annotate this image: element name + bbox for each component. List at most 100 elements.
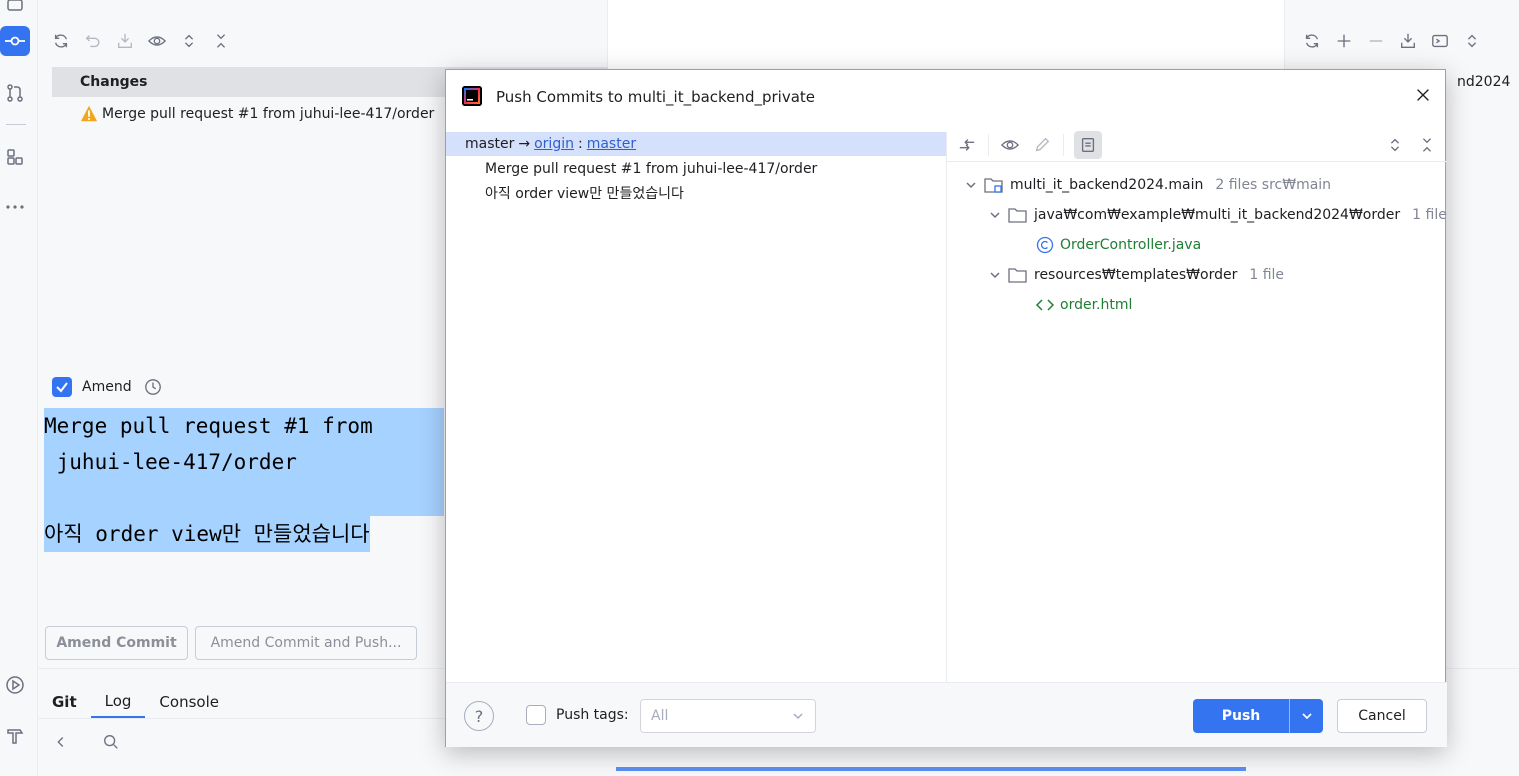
- message-line: Merge pull request #1 from: [44, 408, 444, 444]
- close-icon[interactable]: [1412, 84, 1434, 106]
- folder-icon: [1008, 206, 1028, 224]
- commit-toolbar: [50, 30, 232, 52]
- tree-dir-info: 1 file: [1249, 267, 1285, 283]
- changed-files-toolbar: [956, 128, 1446, 162]
- plus-icon[interactable]: [1333, 30, 1355, 52]
- gradle-project-label[interactable]: nd2024: [1457, 74, 1510, 90]
- minus-icon[interactable]: [1365, 30, 1387, 52]
- intellij-logo-icon: [462, 86, 482, 106]
- dialog-title: Push Commits to multi_it_backend_private: [496, 88, 815, 106]
- structure-icon[interactable]: [0, 142, 30, 172]
- cancel-button[interactable]: Cancel: [1337, 699, 1427, 733]
- tags-select[interactable]: All: [640, 699, 816, 733]
- toolbar-separator: [1063, 134, 1064, 156]
- amend-label[interactable]: Amend: [82, 379, 132, 395]
- git-tabs: Git Log Console: [52, 685, 233, 719]
- amend-checkbox[interactable]: [52, 377, 72, 397]
- eye-icon[interactable]: [999, 134, 1021, 156]
- commit-list: master → origin : master Merge pull requ…: [446, 132, 946, 682]
- branch-arrow: →: [518, 136, 531, 152]
- commit-tool-icon[interactable]: [0, 26, 30, 56]
- search-icon[interactable]: [100, 731, 122, 753]
- branch-row[interactable]: master → origin : master: [446, 132, 946, 156]
- rollback-icon[interactable]: [82, 30, 104, 52]
- expand-all-icon[interactable]: [1461, 30, 1483, 52]
- tab-console[interactable]: Console: [145, 685, 233, 719]
- remote-link[interactable]: origin: [534, 136, 574, 152]
- tree-file-row[interactable]: order.html: [1036, 292, 1132, 318]
- toolbar-separator: [988, 134, 989, 156]
- branch-separator: :: [577, 136, 583, 152]
- html-file-icon: [1036, 296, 1054, 314]
- tree-dir-label: resources₩templates₩order: [1034, 267, 1238, 283]
- chevron-down-icon: [791, 709, 805, 723]
- build-icon[interactable]: [0, 720, 30, 750]
- tree-dir-row[interactable]: java₩com₩example₩multi_it_backend2024₩or…: [988, 202, 1447, 228]
- collapse-all-icon[interactable]: [210, 30, 232, 52]
- push-tags-option: Push tags:: [526, 705, 629, 725]
- log-selection-bar: [616, 767, 1246, 771]
- refresh-icon[interactable]: [50, 30, 72, 52]
- message-line: juhui-lee-417/order: [44, 444, 444, 480]
- pull-requests-icon[interactable]: [0, 78, 30, 108]
- change-list-item[interactable]: Merge pull request #1 from juhui-lee-417…: [80, 100, 434, 128]
- eye-icon[interactable]: [146, 30, 168, 52]
- message-line: 아직 order view만 만들었습니다: [44, 516, 370, 552]
- tree-dir-label: java₩com₩example₩multi_it_backend2024₩or…: [1034, 207, 1401, 223]
- push-button-label: Push: [1221, 708, 1261, 724]
- change-item-label: Merge pull request #1 from juhui-lee-417…: [102, 106, 435, 122]
- push-tags-checkbox[interactable]: [526, 705, 546, 725]
- tool-window-strip: [0, 0, 38, 776]
- folder-icon: [1008, 266, 1028, 284]
- tree-root-label: multi_it_backend2024.main: [1010, 177, 1204, 193]
- dialog-footer: ? Push tags: All Push Cancel: [446, 683, 1447, 747]
- tree-file-label: order.html: [1060, 297, 1133, 313]
- more-tools-icon[interactable]: [0, 192, 30, 222]
- group-by-icon[interactable]: [1074, 131, 1102, 159]
- warning-icon: [80, 105, 98, 123]
- expand-all-icon[interactable]: [1384, 134, 1406, 156]
- tree-file-row[interactable]: OrderController.java: [1036, 232, 1201, 258]
- message-line: [44, 480, 444, 516]
- history-clock-icon[interactable]: [142, 376, 164, 398]
- chevron-left-icon[interactable]: [50, 731, 72, 753]
- tree-file-label: OrderController.java: [1060, 237, 1202, 253]
- chevron-down-icon[interactable]: [988, 268, 1002, 282]
- project-icon[interactable]: [0, 0, 30, 22]
- tree-dir-row[interactable]: resources₩templates₩order 1 file: [988, 262, 1284, 288]
- gradle-toolbar: [1301, 30, 1483, 52]
- strip-divider: [6, 124, 26, 125]
- help-button[interactable]: ?: [464, 701, 494, 731]
- shelve-icon[interactable]: [114, 30, 136, 52]
- java-class-icon: [1036, 236, 1054, 254]
- collapse-all-icon[interactable]: [1416, 134, 1438, 156]
- push-tags-label[interactable]: Push tags:: [556, 707, 629, 723]
- remote-branch-link[interactable]: master: [587, 136, 636, 152]
- splitter[interactable]: [946, 132, 947, 682]
- commit-row[interactable]: 아직 order view만 만들었습니다: [485, 181, 684, 205]
- amend-commit-button[interactable]: Amend Commit: [45, 626, 188, 660]
- commit-row[interactable]: Merge pull request #1 from juhui-lee-417…: [485, 157, 817, 181]
- diff-arrows-icon[interactable]: [956, 134, 978, 156]
- push-button[interactable]: Push: [1193, 699, 1323, 733]
- push-commits-dialog: Push Commits to multi_it_backend_private…: [445, 69, 1447, 747]
- amend-commit-and-push-button[interactable]: Amend Commit and Push...: [195, 626, 417, 660]
- edit-pencil-icon[interactable]: [1031, 134, 1053, 156]
- tree-root-info: 2 files src₩main: [1215, 177, 1332, 193]
- module-folder-icon: [984, 176, 1004, 194]
- tab-git[interactable]: Git: [52, 685, 91, 719]
- run-icon[interactable]: [0, 670, 30, 700]
- tree-dir-info: 1 file: [1412, 207, 1447, 223]
- push-dropdown-chevron-icon[interactable]: [1290, 709, 1323, 723]
- tree-root-row[interactable]: multi_it_backend2024.main 2 files src₩ma…: [964, 172, 1331, 198]
- chevron-down-icon[interactable]: [988, 208, 1002, 222]
- tab-log[interactable]: Log: [90, 685, 146, 719]
- expand-all-icon[interactable]: [178, 30, 200, 52]
- chevron-down-icon[interactable]: [964, 178, 978, 192]
- amend-row: Amend: [52, 374, 164, 400]
- local-branch: master: [465, 136, 515, 152]
- reload-icon[interactable]: [1301, 30, 1323, 52]
- tags-select-value: All: [651, 708, 669, 724]
- execute-task-icon[interactable]: [1429, 30, 1451, 52]
- download-icon[interactable]: [1397, 30, 1419, 52]
